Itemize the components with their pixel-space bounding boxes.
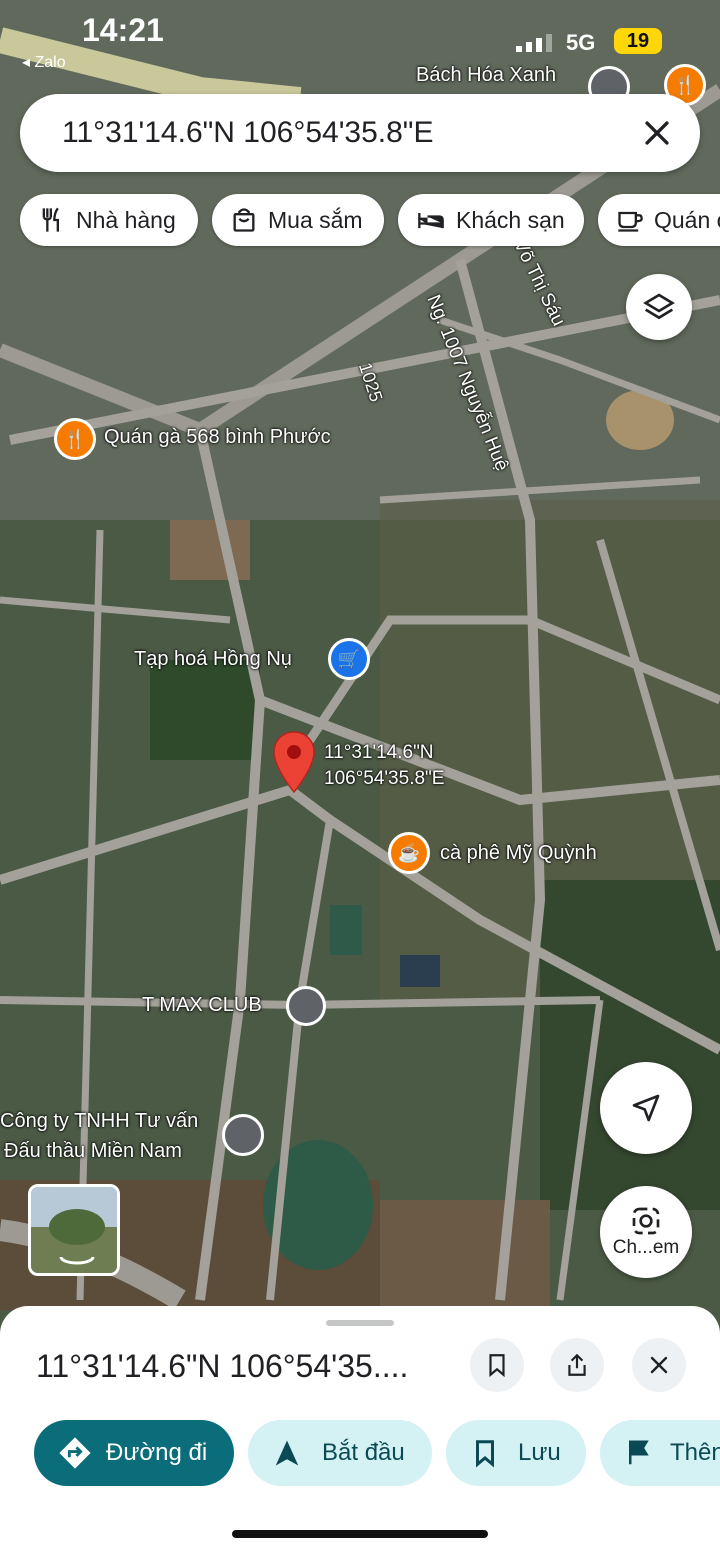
close-icon[interactable]	[640, 116, 674, 150]
share-icon	[568, 1353, 586, 1376]
camera-lens-icon	[632, 1207, 660, 1235]
chip-shopping[interactable]: Mua sắm	[212, 194, 384, 246]
save-label: Lưu	[518, 1439, 561, 1466]
directions-icon	[59, 1437, 91, 1469]
close-sheet-button[interactable]	[632, 1338, 686, 1392]
search-bar[interactable]: 11°31'14.6"N 106°54'35.8"E	[20, 94, 700, 172]
navigation-arrow-icon	[632, 1094, 660, 1122]
bookmark-icon	[476, 1440, 494, 1468]
back-to-app-link[interactable]: ◂ Zalo	[22, 52, 66, 72]
camera-button-label: Ch...em	[612, 1237, 680, 1258]
poi-label-tmax-club[interactable]: T MAX CLUB	[142, 994, 262, 1017]
start-button[interactable]: Bắt đầu	[248, 1420, 432, 1486]
generic-place-pin-icon[interactable]	[222, 1114, 264, 1156]
restaurant-icon	[42, 207, 59, 232]
chip-cafes[interactable]: Quán c	[598, 194, 720, 246]
bookmark-icon	[489, 1354, 505, 1378]
network-type: 5G	[566, 30, 596, 55]
category-chips: Nhà hàng Mua sắm Khách sạn Quán c	[0, 194, 720, 246]
poi-label-ca-phe[interactable]: cà phê Mỹ Quỳnh	[440, 842, 597, 865]
pin-coordinate-lat: 11°31'14.6"N	[324, 742, 434, 763]
save-button[interactable]	[470, 1338, 524, 1392]
flag-icon	[629, 1440, 649, 1465]
shopping-bag-icon	[233, 208, 255, 232]
place-bottom-sheet[interactable]: 11°31'14.6"N 106°54'35.... Đường đi Bắt …	[0, 1306, 720, 1558]
hotel-bed-icon	[418, 213, 444, 229]
chip-hotels[interactable]: Khách sạn	[398, 194, 584, 246]
home-indicator[interactable]	[232, 1530, 488, 1538]
status-bar: 14:21 ◂ Zalo 5G 19	[0, 0, 720, 80]
cafe-pin-icon[interactable]: ☕	[388, 832, 430, 874]
pin-coordinate-lng: 106°54'35.8"E	[324, 768, 445, 789]
add-label-text: Thên	[670, 1439, 720, 1466]
sheet-drag-handle[interactable]	[326, 1320, 394, 1326]
camera-search-button[interactable]: Ch...em	[600, 1186, 692, 1278]
layers-icon	[643, 293, 675, 320]
add-label-button[interactable]: Thên	[600, 1420, 720, 1486]
chip-label: Quán c	[654, 206, 720, 233]
directions-button[interactable]: Đường đi	[34, 1420, 234, 1486]
share-button[interactable]	[550, 1338, 604, 1392]
directions-label: Đường đi	[106, 1439, 208, 1466]
poi-label-cong-ty-line1[interactable]: Công ty TNHH Tư vấn	[0, 1110, 198, 1133]
coffee-cup-icon	[618, 211, 643, 232]
cellular-signal-icon	[516, 34, 552, 52]
chip-restaurants[interactable]: Nhà hàng	[20, 194, 198, 246]
status-time: 14:21	[82, 12, 164, 48]
shopping-cart-pin-icon[interactable]: 🛒	[328, 638, 370, 680]
street-view-image	[31, 1187, 117, 1273]
layers-button[interactable]	[626, 274, 692, 340]
save-place-button[interactable]: Lưu	[446, 1420, 586, 1486]
street-view-thumbnail[interactable]	[28, 1184, 120, 1276]
location-pin-icon[interactable]	[272, 730, 316, 794]
my-location-button[interactable]	[600, 1062, 692, 1154]
search-query[interactable]: 11°31'14.6"N 106°54'35.8"E	[62, 116, 433, 150]
poi-label-quan-ga[interactable]: Quán gà 568 bình Phước	[104, 426, 331, 449]
chip-label: Nhà hàng	[76, 206, 176, 233]
close-icon	[650, 1356, 668, 1374]
start-label: Bắt đầu	[322, 1439, 405, 1466]
navigation-arrow-icon	[275, 1440, 299, 1466]
generic-place-pin-icon[interactable]	[286, 986, 326, 1026]
poi-label-cong-ty-line2[interactable]: Đấu thầu Miền Nam	[4, 1140, 182, 1163]
restaurant-pin-icon[interactable]: 🍴	[54, 418, 96, 460]
chip-label: Khách sạn	[456, 206, 565, 233]
poi-label-tap-hoa[interactable]: Tạp hoá Hồng Nụ	[134, 648, 292, 671]
chip-label: Mua sắm	[268, 206, 363, 233]
place-title: 11°31'14.6"N 106°54'35....	[36, 1348, 409, 1384]
battery-indicator: 19	[614, 28, 662, 54]
